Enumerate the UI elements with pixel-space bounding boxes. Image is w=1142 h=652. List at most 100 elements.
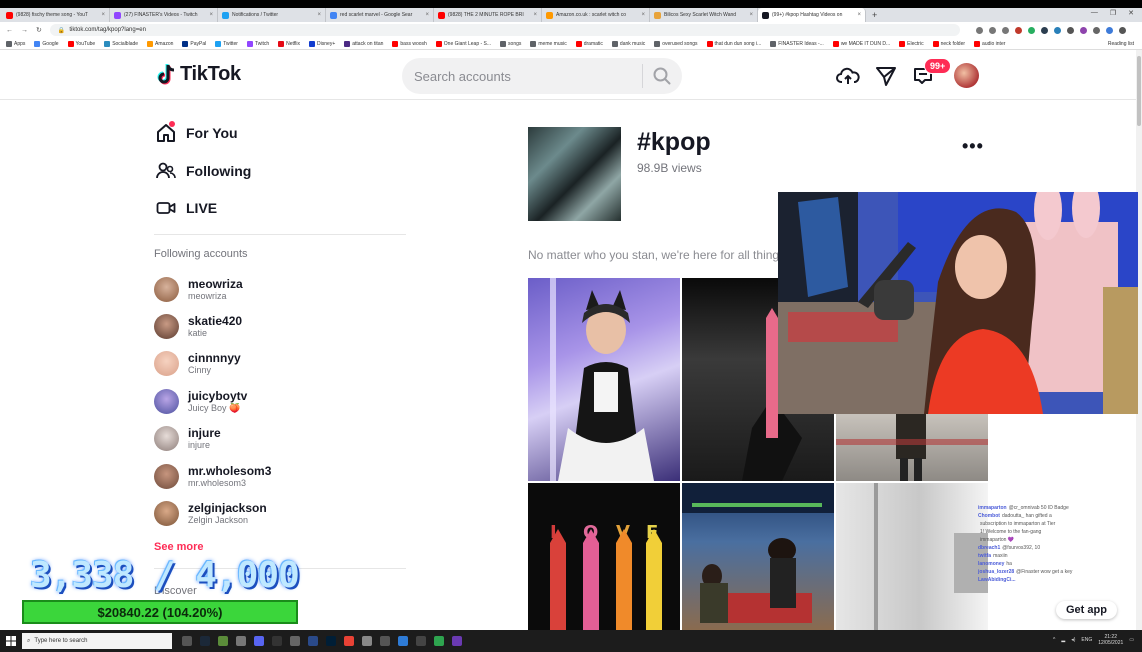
scrollbar-thumb[interactable] bbox=[1137, 56, 1141, 126]
notifications-icon[interactable]: ▭ bbox=[1129, 637, 1134, 643]
bookmark-item[interactable]: songs bbox=[500, 40, 521, 47]
app-icon[interactable] bbox=[398, 636, 408, 646]
bookmark-item[interactable]: neck folder bbox=[932, 40, 965, 47]
browser-tab[interactable]: Bilicos Sexy Scarlet Witch Wand × bbox=[650, 8, 758, 22]
following-account[interactable]: mr.wholesom3 mr.wholesom3 bbox=[154, 464, 271, 489]
bookmark-item[interactable]: meme music bbox=[530, 40, 567, 47]
search-input[interactable] bbox=[414, 68, 642, 84]
close-tab-icon[interactable]: × bbox=[533, 12, 537, 18]
tray-chevron-icon[interactable]: ^ bbox=[1053, 637, 1055, 643]
bookmark-item[interactable]: audio inter bbox=[974, 40, 1005, 47]
app-icon[interactable] bbox=[380, 636, 390, 646]
video-thumbnail[interactable]: L O V E bbox=[528, 483, 680, 630]
task-view-icon[interactable] bbox=[182, 636, 192, 646]
see-more-link[interactable]: See more bbox=[154, 541, 204, 553]
app-icon[interactable] bbox=[434, 636, 444, 646]
profile-avatar[interactable] bbox=[954, 63, 979, 88]
discord-icon[interactable] bbox=[254, 636, 264, 646]
following-account[interactable]: injure injure bbox=[154, 426, 221, 451]
address-bar[interactable]: 🔒 tiktok.com/tag/kpop?lang=en bbox=[49, 24, 960, 36]
close-tab-icon[interactable]: × bbox=[641, 12, 645, 18]
video-thumbnail[interactable] bbox=[836, 483, 988, 630]
app-icon[interactable] bbox=[362, 636, 372, 646]
browser-tab-active[interactable]: (99+) #kpop Hashtag Videos on × bbox=[758, 8, 866, 22]
maximize-icon[interactable]: ❐ bbox=[1110, 9, 1116, 17]
bookmark-item[interactable]: we MADE IT DUN D... bbox=[832, 40, 890, 47]
close-tab-icon[interactable]: × bbox=[425, 12, 429, 18]
extension-icon[interactable] bbox=[1066, 26, 1074, 34]
bookmark-item[interactable]: dramatic bbox=[575, 40, 603, 47]
video-thumbnail[interactable] bbox=[528, 278, 680, 481]
tiktok-logo[interactable]: TikTok bbox=[157, 63, 241, 86]
bookmark-item[interactable]: Socialblade bbox=[104, 40, 138, 47]
following-account[interactable]: meowriza meowriza bbox=[154, 277, 243, 302]
search-icon[interactable] bbox=[653, 67, 671, 85]
get-app-button[interactable]: Get app bbox=[1056, 601, 1117, 619]
following-account[interactable]: skatie420 katie bbox=[154, 314, 242, 339]
extension-icon[interactable] bbox=[1027, 26, 1035, 34]
close-tab-icon[interactable]: × bbox=[749, 12, 753, 18]
browser-tab[interactable]: (9828) THE 2 MINUTE ROPE BRI × bbox=[434, 8, 542, 22]
photoshop-icon[interactable] bbox=[326, 636, 336, 646]
share-icon[interactable] bbox=[988, 26, 996, 34]
bookmark-item[interactable]: Netflix bbox=[278, 40, 300, 47]
volume-icon[interactable]: ◂) bbox=[1071, 637, 1075, 643]
bookmark-item[interactable]: PayPal bbox=[182, 40, 206, 47]
bookmark-item[interactable]: YouTube bbox=[67, 40, 95, 47]
extension-icon[interactable] bbox=[1014, 26, 1022, 34]
browser-tab[interactable]: Amazon.co.uk : scarlet witch co × bbox=[542, 8, 650, 22]
app-icon[interactable] bbox=[416, 636, 426, 646]
reading-list-button[interactable]: Reading list bbox=[1108, 41, 1134, 47]
following-account[interactable]: cinnnnyy Cinny bbox=[154, 351, 241, 376]
messages-send-icon[interactable] bbox=[874, 64, 898, 88]
bookmark-item[interactable]: Disney+ bbox=[309, 40, 335, 47]
minimize-icon[interactable]: — bbox=[1091, 9, 1098, 17]
close-tab-icon[interactable]: × bbox=[101, 12, 105, 18]
zoom-icon[interactable] bbox=[975, 26, 983, 34]
following-account[interactable]: juicyboytv Juicy Boy 🍑 bbox=[154, 389, 247, 414]
start-button[interactable] bbox=[0, 630, 22, 652]
menu-dots-icon[interactable] bbox=[1118, 26, 1126, 34]
extension-icon[interactable] bbox=[1040, 26, 1048, 34]
bookmark-item[interactable]: Twitter bbox=[215, 40, 238, 47]
bookmark-item[interactable]: Electric bbox=[899, 40, 924, 47]
bookmark-item[interactable]: Twitch bbox=[246, 40, 269, 47]
bookmark-item[interactable]: dank music bbox=[611, 40, 645, 47]
bookmark-item[interactable]: attack on titan bbox=[344, 40, 383, 47]
bookmark-item[interactable]: that dun dun song i... bbox=[706, 40, 761, 47]
clock[interactable]: 21:22 12/05/2021 bbox=[1098, 634, 1123, 646]
following-account[interactable]: zelginjackson Zelgin Jackson bbox=[154, 501, 267, 526]
bookmark-item[interactable]: Google bbox=[34, 40, 59, 47]
extension-icon[interactable] bbox=[1079, 26, 1087, 34]
bookmark-item[interactable]: Amazon bbox=[147, 40, 173, 47]
browser-tab[interactable]: red scarlet marvel - Google Sear × bbox=[326, 8, 434, 22]
network-icon[interactable]: ▂ bbox=[1061, 637, 1065, 643]
browser-tab[interactable]: (9828) fischy theme song - YouT × bbox=[2, 8, 110, 22]
bookmark-item[interactable]: overused songs bbox=[654, 40, 698, 47]
extension-icon[interactable] bbox=[1053, 26, 1061, 34]
obs-icon[interactable] bbox=[272, 636, 282, 646]
puzzle-icon[interactable] bbox=[1092, 26, 1100, 34]
more-options-icon[interactable]: ••• bbox=[962, 136, 984, 157]
app-icon[interactable] bbox=[290, 636, 300, 646]
new-tab-button[interactable]: + bbox=[866, 10, 883, 20]
nav-live[interactable]: LIVE bbox=[156, 198, 217, 218]
minecraft-icon[interactable] bbox=[218, 636, 228, 646]
bookmark-star-icon[interactable] bbox=[1001, 26, 1009, 34]
video-thumbnail[interactable] bbox=[836, 414, 988, 481]
bookmark-item[interactable]: bass woosh bbox=[392, 40, 427, 47]
nav-following[interactable]: Following bbox=[156, 161, 251, 181]
profile-avatar-icon[interactable] bbox=[1105, 26, 1113, 34]
steam-icon[interactable] bbox=[200, 636, 210, 646]
upload-cloud-icon[interactable] bbox=[836, 64, 860, 88]
search-box[interactable] bbox=[402, 58, 682, 94]
back-icon[interactable]: ← bbox=[6, 27, 13, 34]
app-icon[interactable] bbox=[236, 636, 246, 646]
close-tab-icon[interactable]: × bbox=[317, 12, 321, 18]
close-tab-icon[interactable]: × bbox=[209, 12, 213, 18]
app-icon[interactable] bbox=[452, 636, 462, 646]
keyboard-language[interactable]: ENG bbox=[1081, 637, 1092, 643]
video-thumbnail[interactable] bbox=[682, 483, 834, 630]
browser-tab[interactable]: (27) FINASTER's Videos - Twitch × bbox=[110, 8, 218, 22]
close-window-icon[interactable]: ✕ bbox=[1128, 9, 1134, 17]
